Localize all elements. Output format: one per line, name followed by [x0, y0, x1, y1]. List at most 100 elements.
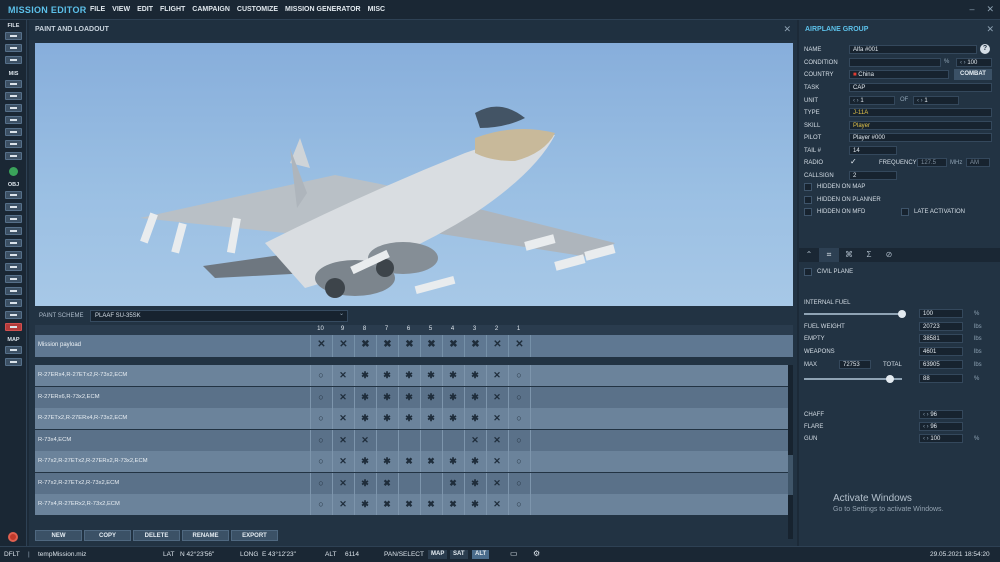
tab-failures-icon[interactable]: ⊘ — [879, 248, 899, 262]
hidden-on-mfd-checkbox[interactable] — [804, 208, 812, 216]
settings-gear-icon[interactable]: ⚙ — [533, 549, 540, 558]
chaff-stepper[interactable]: ‹ › 96 — [919, 410, 963, 419]
loadout-row[interactable]: R-77x4,R-27ERx2,R-73x2,ECM ○ ✕ ✱ ✖ ✖ ✖ ✖ ✱ ✕ ○ — [35, 494, 788, 515]
shapes-icon[interactable] — [5, 311, 22, 319]
bullseye-icon[interactable] — [5, 287, 22, 295]
vehicle-icon[interactable] — [5, 227, 22, 235]
gun-stepper[interactable]: ‹ › 100 — [919, 434, 963, 443]
initial-point-icon[interactable] — [5, 275, 22, 283]
goals-icon[interactable] — [5, 152, 22, 160]
skill-select[interactable]: Player — [849, 121, 992, 130]
payload-pylon-4[interactable]: ✖ — [442, 335, 463, 357]
tail-field[interactable]: 14 — [849, 146, 897, 155]
tab-summary-icon[interactable]: Σ — [859, 248, 879, 262]
payload-pylon-3[interactable]: ✖ — [464, 335, 485, 357]
paint-scheme-select[interactable]: PLAAF SU-35SK — [90, 310, 348, 322]
payload-pylon-9[interactable]: ✕ — [332, 335, 353, 357]
open-file-icon[interactable] — [5, 44, 22, 52]
ship-icon[interactable] — [5, 215, 22, 223]
internal-fuel-field[interactable]: 100 — [919, 309, 963, 318]
new-file-icon[interactable] — [5, 32, 22, 40]
minimize-icon[interactable]: – — [969, 4, 974, 15]
new-button[interactable]: NEW — [35, 530, 82, 541]
payload-pylon-1[interactable]: ✕ — [508, 335, 529, 357]
nav-point-icon[interactable] — [5, 263, 22, 271]
check-icon[interactable] — [5, 140, 22, 148]
pilot-field[interactable]: Player #000 — [849, 133, 992, 142]
loadout-row[interactable]: R-27ETx2,R-27ERx4,R-73x2,ECM ○ ✕ ✱ ✱ ✱ ✱ ✱ ✱ ✕ ○ — [35, 408, 788, 429]
menu-campaign[interactable]: CAMPAIGN — [192, 6, 230, 13]
type-select[interactable]: J-11A — [849, 108, 992, 117]
weather-icon[interactable] — [5, 92, 22, 100]
frequency-field[interactable]: 127.5 — [917, 158, 947, 167]
info-icon[interactable]: ? — [980, 44, 990, 54]
task-select[interactable]: CAP — [849, 83, 992, 92]
country-select[interactable]: ■ China — [849, 70, 949, 79]
payload-pylon-6[interactable]: ✖ — [398, 335, 419, 357]
loadout-row[interactable]: R-27ERx4,R-27ETx2,R-73x2,ECM ○ ✕ ✱ ✱ ✱ ✱ ✱ ✱ ✕ ○ — [35, 365, 788, 386]
rename-button[interactable]: RENAME — [182, 530, 229, 541]
condition-field[interactable]: ‹ › 100 — [956, 58, 992, 67]
hidden-on-planner-checkbox[interactable] — [804, 196, 812, 204]
tab-waypoint-icon[interactable]: ⌃ — [799, 248, 819, 262]
menu-mission-generator[interactable]: MISSION GENERATOR — [285, 6, 361, 13]
helicopter-icon[interactable] — [5, 191, 22, 199]
payload-pylon-10[interactable]: ✕ — [310, 335, 331, 357]
briefing-icon[interactable] — [5, 128, 22, 136]
map-view-button[interactable]: MAP — [428, 550, 448, 559]
unit-total-stepper[interactable]: ‹ › 1 — [913, 96, 959, 105]
menu-edit[interactable]: EDIT — [137, 6, 153, 13]
loadout-row[interactable]: R-73x4,ECM ○ ✕ ✕ ✕ ✕ ○ — [35, 429, 788, 451]
civil-plane-checkbox[interactable] — [804, 268, 812, 276]
callsign-field[interactable]: 2 — [849, 171, 897, 180]
combat-button[interactable]: COMBAT — [954, 69, 992, 80]
tab-target-icon[interactable]: ⌘ — [839, 248, 859, 262]
total-weight-slider-knob[interactable] — [886, 375, 895, 383]
scrollbar-thumb[interactable] — [788, 455, 793, 495]
static-object-icon[interactable] — [5, 239, 22, 247]
unit-stepper[interactable]: ‹ › 1 — [849, 96, 895, 105]
ruler-icon[interactable] — [5, 358, 22, 366]
late-activation-checkbox[interactable] — [901, 208, 909, 216]
satellite-view-button[interactable]: SAT — [450, 550, 468, 559]
zone-icon[interactable] — [5, 116, 22, 124]
loadout-row[interactable]: R-77x2,R-27ETx2,R-27ERx2,R-73x2,ECM ○ ✕ ✱ ✱ ✖… — [35, 451, 788, 472]
close-panel-icon[interactable]: ✕ — [783, 24, 791, 35]
internal-fuel-slider[interactable] — [804, 313, 902, 315]
altitude-view-button[interactable]: ALT — [472, 550, 490, 559]
map-options-icon[interactable] — [5, 346, 22, 354]
delete-object-icon[interactable] — [5, 323, 22, 331]
payload-pylon-2[interactable]: ✕ — [486, 335, 507, 357]
menu-customize[interactable]: CUSTOMIZE — [237, 6, 278, 13]
flare-stepper[interactable]: ‹ › 96 — [919, 422, 963, 431]
loadout-row[interactable]: R-27ERx6,R-73x2,ECM ○ ✕ ✱ ✱ ✱ ✱ ✱ ✱ ✕ ○ — [35, 386, 788, 408]
condition-bar[interactable] — [849, 58, 941, 67]
export-button[interactable]: EXPORT — [231, 530, 278, 541]
record-icon[interactable] — [8, 532, 18, 542]
loadout-scrollbar[interactable] — [788, 365, 793, 539]
help-icon[interactable] — [9, 167, 18, 176]
menu-view[interactable]: VIEW — [112, 6, 130, 13]
mission-delete-icon[interactable] — [5, 80, 22, 88]
modulation-select[interactable]: AM — [966, 158, 990, 167]
close-window-icon[interactable]: ✕ — [986, 4, 994, 15]
pan-select-mode[interactable]: PAN/SELECT — [384, 551, 424, 558]
template-icon[interactable] — [5, 251, 22, 259]
menu-flight[interactable]: FLIGHT — [160, 6, 185, 13]
delete-button[interactable]: DELETE — [133, 530, 180, 541]
loadout-row[interactable]: R-77x2,R-27ETx2,R-73x2,ECM ○ ✕ ✱ ✖ ✖ ✱ ✕ ○ — [35, 472, 788, 494]
hidden-on-map-checkbox[interactable] — [804, 183, 812, 191]
menu-file[interactable]: FILE — [90, 6, 105, 13]
name-field[interactable]: Alfa #001 — [849, 45, 977, 54]
payload-pylon-8[interactable]: ✖ — [354, 335, 375, 357]
menu-misc[interactable]: MISC — [368, 6, 386, 13]
copy-button[interactable]: COPY — [84, 530, 131, 541]
save-file-icon[interactable] — [5, 56, 22, 64]
internal-fuel-slider-knob[interactable] — [898, 310, 906, 318]
payload-pylon-5[interactable]: ✖ — [420, 335, 441, 357]
airplane-icon[interactable] — [5, 203, 22, 211]
group-link-icon[interactable] — [5, 299, 22, 307]
radio-check-icon[interactable]: ✓ — [850, 157, 857, 166]
tab-payload-icon[interactable]: ⌗ — [819, 248, 839, 262]
triggers-icon[interactable] — [5, 104, 22, 112]
